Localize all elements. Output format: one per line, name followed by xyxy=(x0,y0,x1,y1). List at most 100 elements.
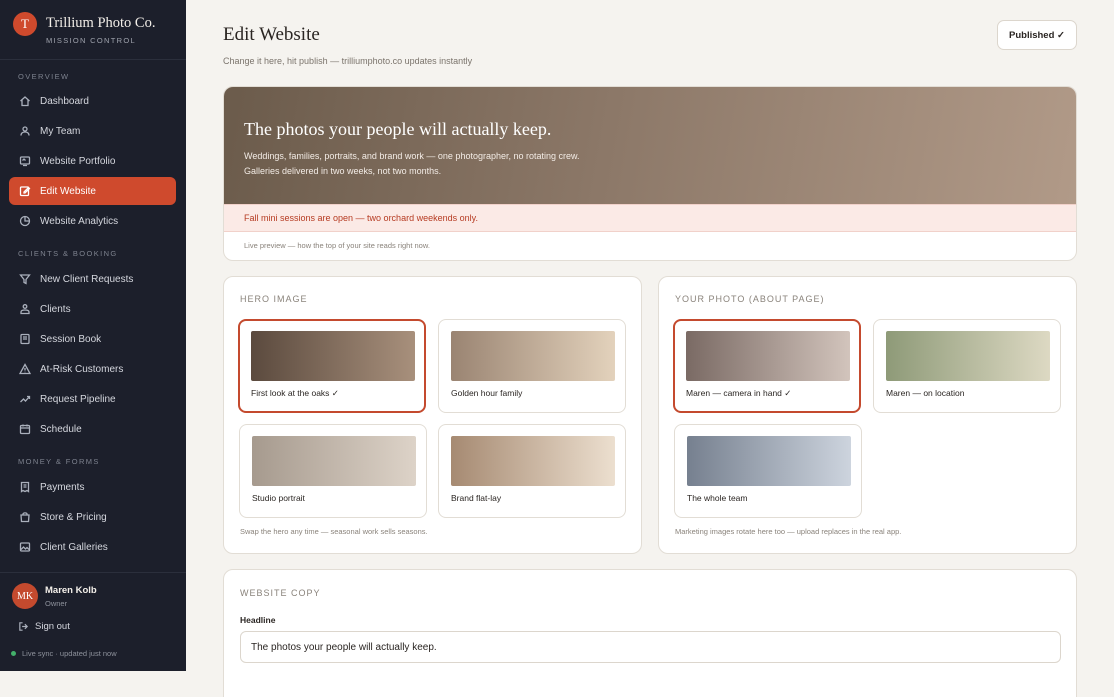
user-profile[interactable]: MK Maren Kolb Owner xyxy=(12,583,97,609)
sidebar-item-request-pipeline[interactable]: Request Pipeline xyxy=(9,385,176,413)
sidebar-item-dashboard[interactable]: Dashboard xyxy=(9,87,176,115)
preview-hero: The photos your people will actually kee… xyxy=(224,87,1076,204)
about-option-camera-in-hand[interactable]: Maren — camera in hand ✓ xyxy=(673,319,861,413)
sidebar-item-at-risk-customers[interactable]: At-Risk Customers xyxy=(9,355,176,383)
thumbnail-image xyxy=(252,436,416,486)
thumbnail-image xyxy=(687,436,851,486)
headline-field-label: Headline xyxy=(240,615,276,625)
sidebar-item-store-pricing[interactable]: Store & Pricing xyxy=(9,503,176,531)
sidebar-divider xyxy=(0,572,186,573)
sidebar-item-website-analytics[interactable]: Website Analytics xyxy=(9,207,176,235)
book-icon xyxy=(19,333,31,345)
preview-description-line: Weddings, families, portraits, and brand… xyxy=(244,151,580,161)
calendar-icon xyxy=(19,423,31,435)
thumbnail-caption: Maren — on location xyxy=(886,388,965,398)
bag-icon xyxy=(19,511,31,523)
thumbnail-caption: Maren — camera in hand ✓ xyxy=(686,388,792,398)
panel-label: YOUR PHOTO (ABOUT PAGE) xyxy=(675,294,825,304)
avatar: MK xyxy=(12,583,38,609)
panel-footnote: Swap the hero any time — seasonal work s… xyxy=(240,527,428,536)
sign-out-label: Sign out xyxy=(35,621,70,632)
sidebar-item-label: New Client Requests xyxy=(40,273,134,285)
sidebar-item-payments[interactable]: Payments xyxy=(9,473,176,501)
clients-icon xyxy=(19,303,31,315)
preview-description: Weddings, families, portraits, and brand… xyxy=(244,149,644,179)
edit-icon xyxy=(19,185,31,197)
thumbnail-image xyxy=(686,331,850,381)
trend-icon xyxy=(19,393,31,405)
sidebar-item-label: My Team xyxy=(40,125,81,137)
sidebar-item-client-galleries[interactable]: Client Galleries xyxy=(9,533,176,561)
thumbnail-image xyxy=(451,436,615,486)
thumbnail-caption: First look at the oaks ✓ xyxy=(251,388,339,398)
hero-image-panel: HERO IMAGE First look at the oaks ✓ Gold… xyxy=(223,276,642,554)
warning-icon xyxy=(19,363,31,375)
sidebar-item-label: Client Galleries xyxy=(40,541,108,553)
website-copy-panel: WEBSITE COPY Headline xyxy=(223,569,1077,697)
users-icon xyxy=(19,125,31,137)
sidebar-item-label: Website Portfolio xyxy=(40,155,116,167)
page-subtitle: Change it here, hit publish — trilliumph… xyxy=(223,56,473,66)
sidebar-divider xyxy=(0,59,186,60)
thumbnail-caption: Studio portrait xyxy=(252,493,305,503)
hero-option-golden-hour[interactable]: Golden hour family xyxy=(438,319,626,413)
home-icon xyxy=(19,95,31,107)
section-overview: OVERVIEW xyxy=(18,72,70,81)
sidebar: T Trillium Photo Co. MISSION CONTROL OVE… xyxy=(0,0,186,671)
hero-option-studio-portrait[interactable]: Studio portrait xyxy=(239,424,427,518)
brand-subtitle: MISSION CONTROL xyxy=(46,36,136,45)
sidebar-item-edit-website[interactable]: Edit Website xyxy=(9,177,176,205)
sidebar-item-session-book[interactable]: Session Book xyxy=(9,325,176,353)
panel-label: HERO IMAGE xyxy=(240,294,308,304)
sidebar-item-label: Website Analytics xyxy=(40,215,119,227)
receipt-icon xyxy=(19,481,31,493)
status-dot-icon xyxy=(11,651,16,656)
user-role: Owner xyxy=(45,598,68,608)
section-money-forms: MONEY & FORMS xyxy=(18,457,100,466)
portfolio-icon xyxy=(19,155,31,167)
sidebar-item-label: Store & Pricing xyxy=(40,511,107,523)
preview-notice-banner: Fall mini sessions are open — two orchar… xyxy=(224,204,1076,232)
sidebar-item-schedule[interactable]: Schedule xyxy=(9,415,176,443)
sync-status-text: Live sync · updated just now xyxy=(22,649,117,658)
panel-label: WEBSITE COPY xyxy=(240,588,321,598)
user-name: Maren Kolb xyxy=(45,584,97,596)
brand[interactable]: T Trillium Photo Co. MISSION CONTROL xyxy=(13,12,155,45)
sidebar-item-my-team[interactable]: My Team xyxy=(9,117,176,145)
sidebar-item-label: Session Book xyxy=(40,333,102,345)
filter-icon xyxy=(19,273,31,285)
brand-name: Trillium Photo Co. xyxy=(46,15,156,31)
analytics-icon xyxy=(19,215,31,227)
headline-input[interactable] xyxy=(240,631,1061,663)
preview-description-line: Galleries delivered in two weeks, not tw… xyxy=(244,166,442,176)
published-button[interactable]: Published ✓ xyxy=(997,20,1077,50)
sidebar-item-clients[interactable]: Clients xyxy=(9,295,176,323)
sidebar-item-label: Request Pipeline xyxy=(40,393,116,405)
gallery-icon xyxy=(19,541,31,553)
thumbnail-caption: Golden hour family xyxy=(451,388,523,398)
sidebar-item-label: Clients xyxy=(40,303,71,315)
about-option-on-location[interactable]: Maren — on location xyxy=(873,319,1061,413)
page-title: Edit Website xyxy=(223,24,320,45)
about-option-whole-team[interactable]: The whole team xyxy=(674,424,862,518)
hero-option-brand-flat-lay[interactable]: Brand flat-lay xyxy=(438,424,626,518)
thumbnail-image xyxy=(451,331,615,381)
sign-out-button[interactable]: Sign out xyxy=(18,621,70,632)
about-photo-panel: YOUR PHOTO (ABOUT PAGE) Maren — camera i… xyxy=(658,276,1077,554)
thumbnail-image xyxy=(886,331,1050,381)
sidebar-item-label: Schedule xyxy=(40,423,82,435)
preview-headline: The photos your people will actually kee… xyxy=(244,119,552,139)
sidebar-item-label: Payments xyxy=(40,481,85,493)
sidebar-item-new-client-requests[interactable]: New Client Requests xyxy=(9,265,176,293)
thumbnail-caption: The whole team xyxy=(687,493,748,503)
sidebar-item-website-portfolio[interactable]: Website Portfolio xyxy=(9,147,176,175)
sign-out-icon xyxy=(19,622,29,631)
preview-note: Live preview — how the top of your site … xyxy=(244,241,430,250)
sidebar-item-label: Dashboard xyxy=(40,95,89,107)
panel-footnote: Marketing images rotate here too — uploa… xyxy=(675,527,902,536)
thumbnail-caption: Brand flat-lay xyxy=(451,493,502,503)
hero-option-first-look[interactable]: First look at the oaks ✓ xyxy=(238,319,426,413)
sidebar-item-label: At-Risk Customers xyxy=(40,363,124,375)
thumbnail-image xyxy=(251,331,415,381)
section-clients-booking: CLIENTS & BOOKING xyxy=(18,249,118,258)
